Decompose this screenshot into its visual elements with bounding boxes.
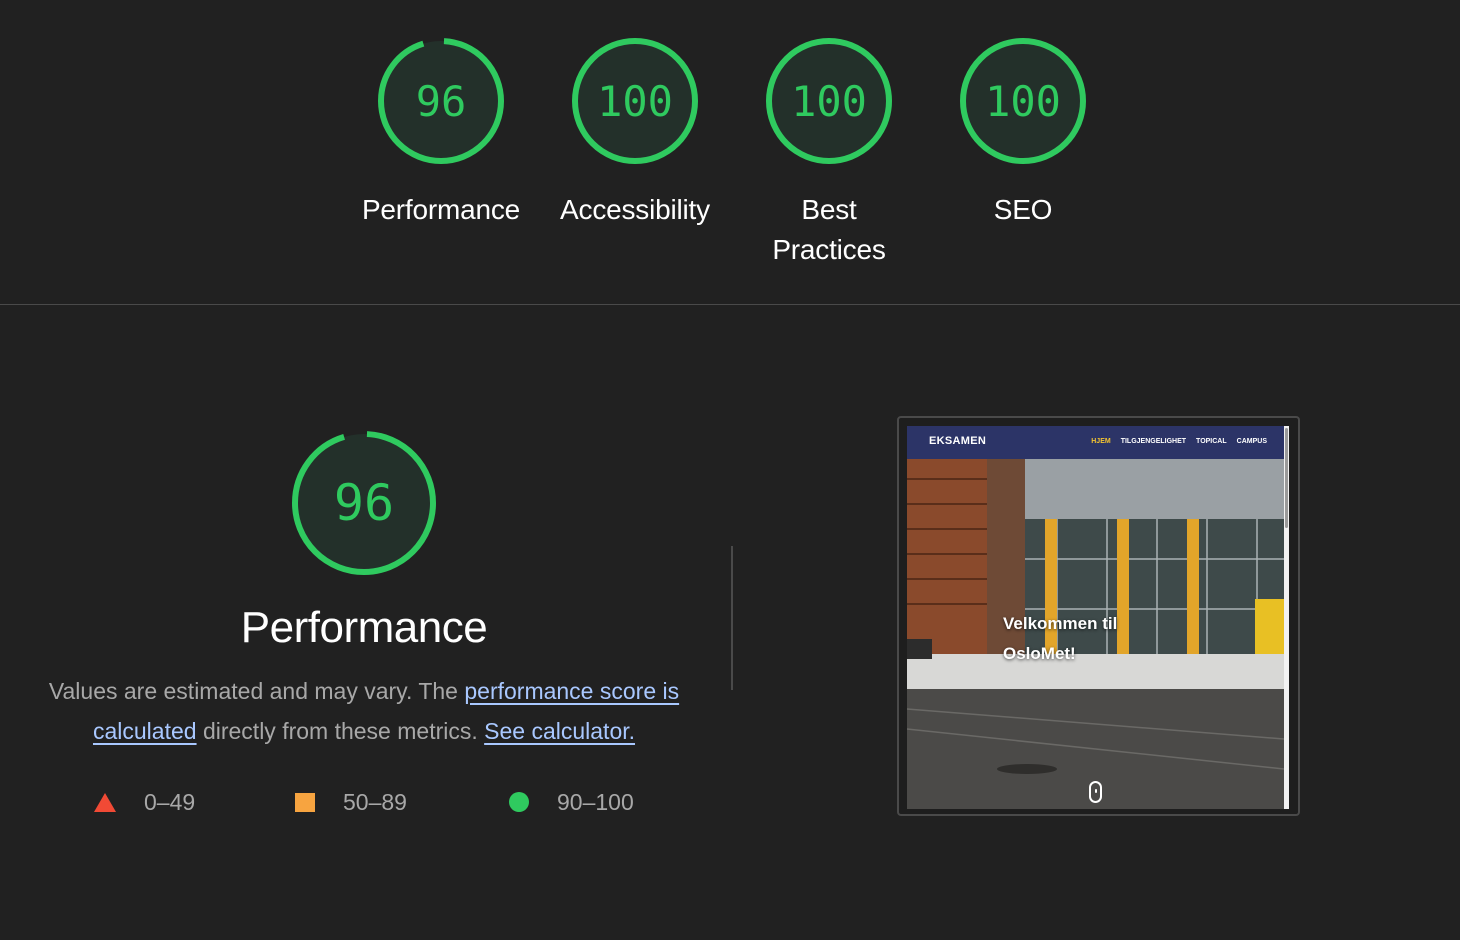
score-ring: 100 (572, 38, 698, 164)
gauge-score: 100 (985, 77, 1061, 126)
site-nav-links: HJEM TILGJENGELIGHET TOPICAL CAMPUS (1091, 438, 1267, 445)
gauge-label: Accessibility (560, 194, 710, 225)
final-screenshot[interactable]: EKSAMEN HJEM TILGJENGELIGHET TOPICAL CAM… (897, 416, 1300, 816)
gauge-score: 100 (597, 77, 673, 126)
see-calculator-link[interactable]: See calculator. (484, 718, 635, 744)
gauge-seo[interactable]: 100 SEO (933, 36, 1113, 230)
legend-average: 50–89 (295, 786, 407, 818)
legend-range: 0–49 (144, 788, 196, 815)
score-ring: 100 (960, 38, 1086, 164)
site-logo: EKSAMEN (929, 435, 987, 447)
vertical-divider (731, 546, 733, 690)
score-ring: 96 (378, 38, 504, 164)
nav-link-tilgjengelighet: TILGJENGELIGHET (1120, 438, 1187, 445)
score-ring: 100 (766, 38, 892, 164)
gauge-label: Best Practices (772, 194, 886, 265)
screenshot-scrollbar (1284, 426, 1289, 809)
performance-description: Values are estimated and may vary. The p… (40, 671, 688, 751)
scroll-mouse-icon (1089, 781, 1102, 803)
circle-icon (509, 792, 529, 812)
legend-pass: 90–100 (509, 786, 634, 818)
description-text: Values are estimated and may vary. The (48, 678, 465, 704)
triangle-icon (94, 792, 116, 812)
gauge-accessibility[interactable]: 100 Accessibility (545, 36, 725, 230)
hero-title: Velkommen til OsloMet! (1003, 614, 1118, 663)
nav-link-campus: CAMPUS (1236, 438, 1267, 445)
performance-heading: Performance (240, 603, 488, 652)
gauge-score: 96 (416, 77, 467, 126)
site-navbar: EKSAMEN HJEM TILGJENGELIGHET TOPICAL CAM… (907, 426, 1289, 459)
gauge-label: Performance (361, 194, 521, 225)
gauge-score: 100 (791, 77, 867, 126)
legend-range: 50–89 (343, 788, 407, 815)
screenshot-image: EKSAMEN HJEM TILGJENGELIGHET TOPICAL CAM… (907, 426, 1289, 809)
nav-link-topical: TOPICAL (1196, 438, 1227, 445)
performance-gauge: 96 (290, 429, 438, 582)
gauge-performance[interactable]: 96 Performance (351, 36, 531, 230)
legend-fail: 0–49 (94, 786, 195, 818)
gauge-best-practices[interactable]: 100 Best Practices (739, 36, 919, 270)
legend-range: 90–100 (557, 788, 634, 815)
performance-score: 96 (334, 474, 394, 532)
description-text: directly from these metrics. (196, 718, 485, 744)
gauge-label: SEO (993, 194, 1053, 225)
performance-score-ring: 96 (292, 431, 436, 575)
square-icon (295, 792, 315, 812)
nav-link-hjem: HJEM (1091, 438, 1111, 445)
lighthouse-report: 96 Performance 100 Accessibility 100 Bes… (0, 0, 1460, 940)
section-divider (0, 304, 1460, 305)
scrollbar-thumb (1285, 428, 1288, 528)
